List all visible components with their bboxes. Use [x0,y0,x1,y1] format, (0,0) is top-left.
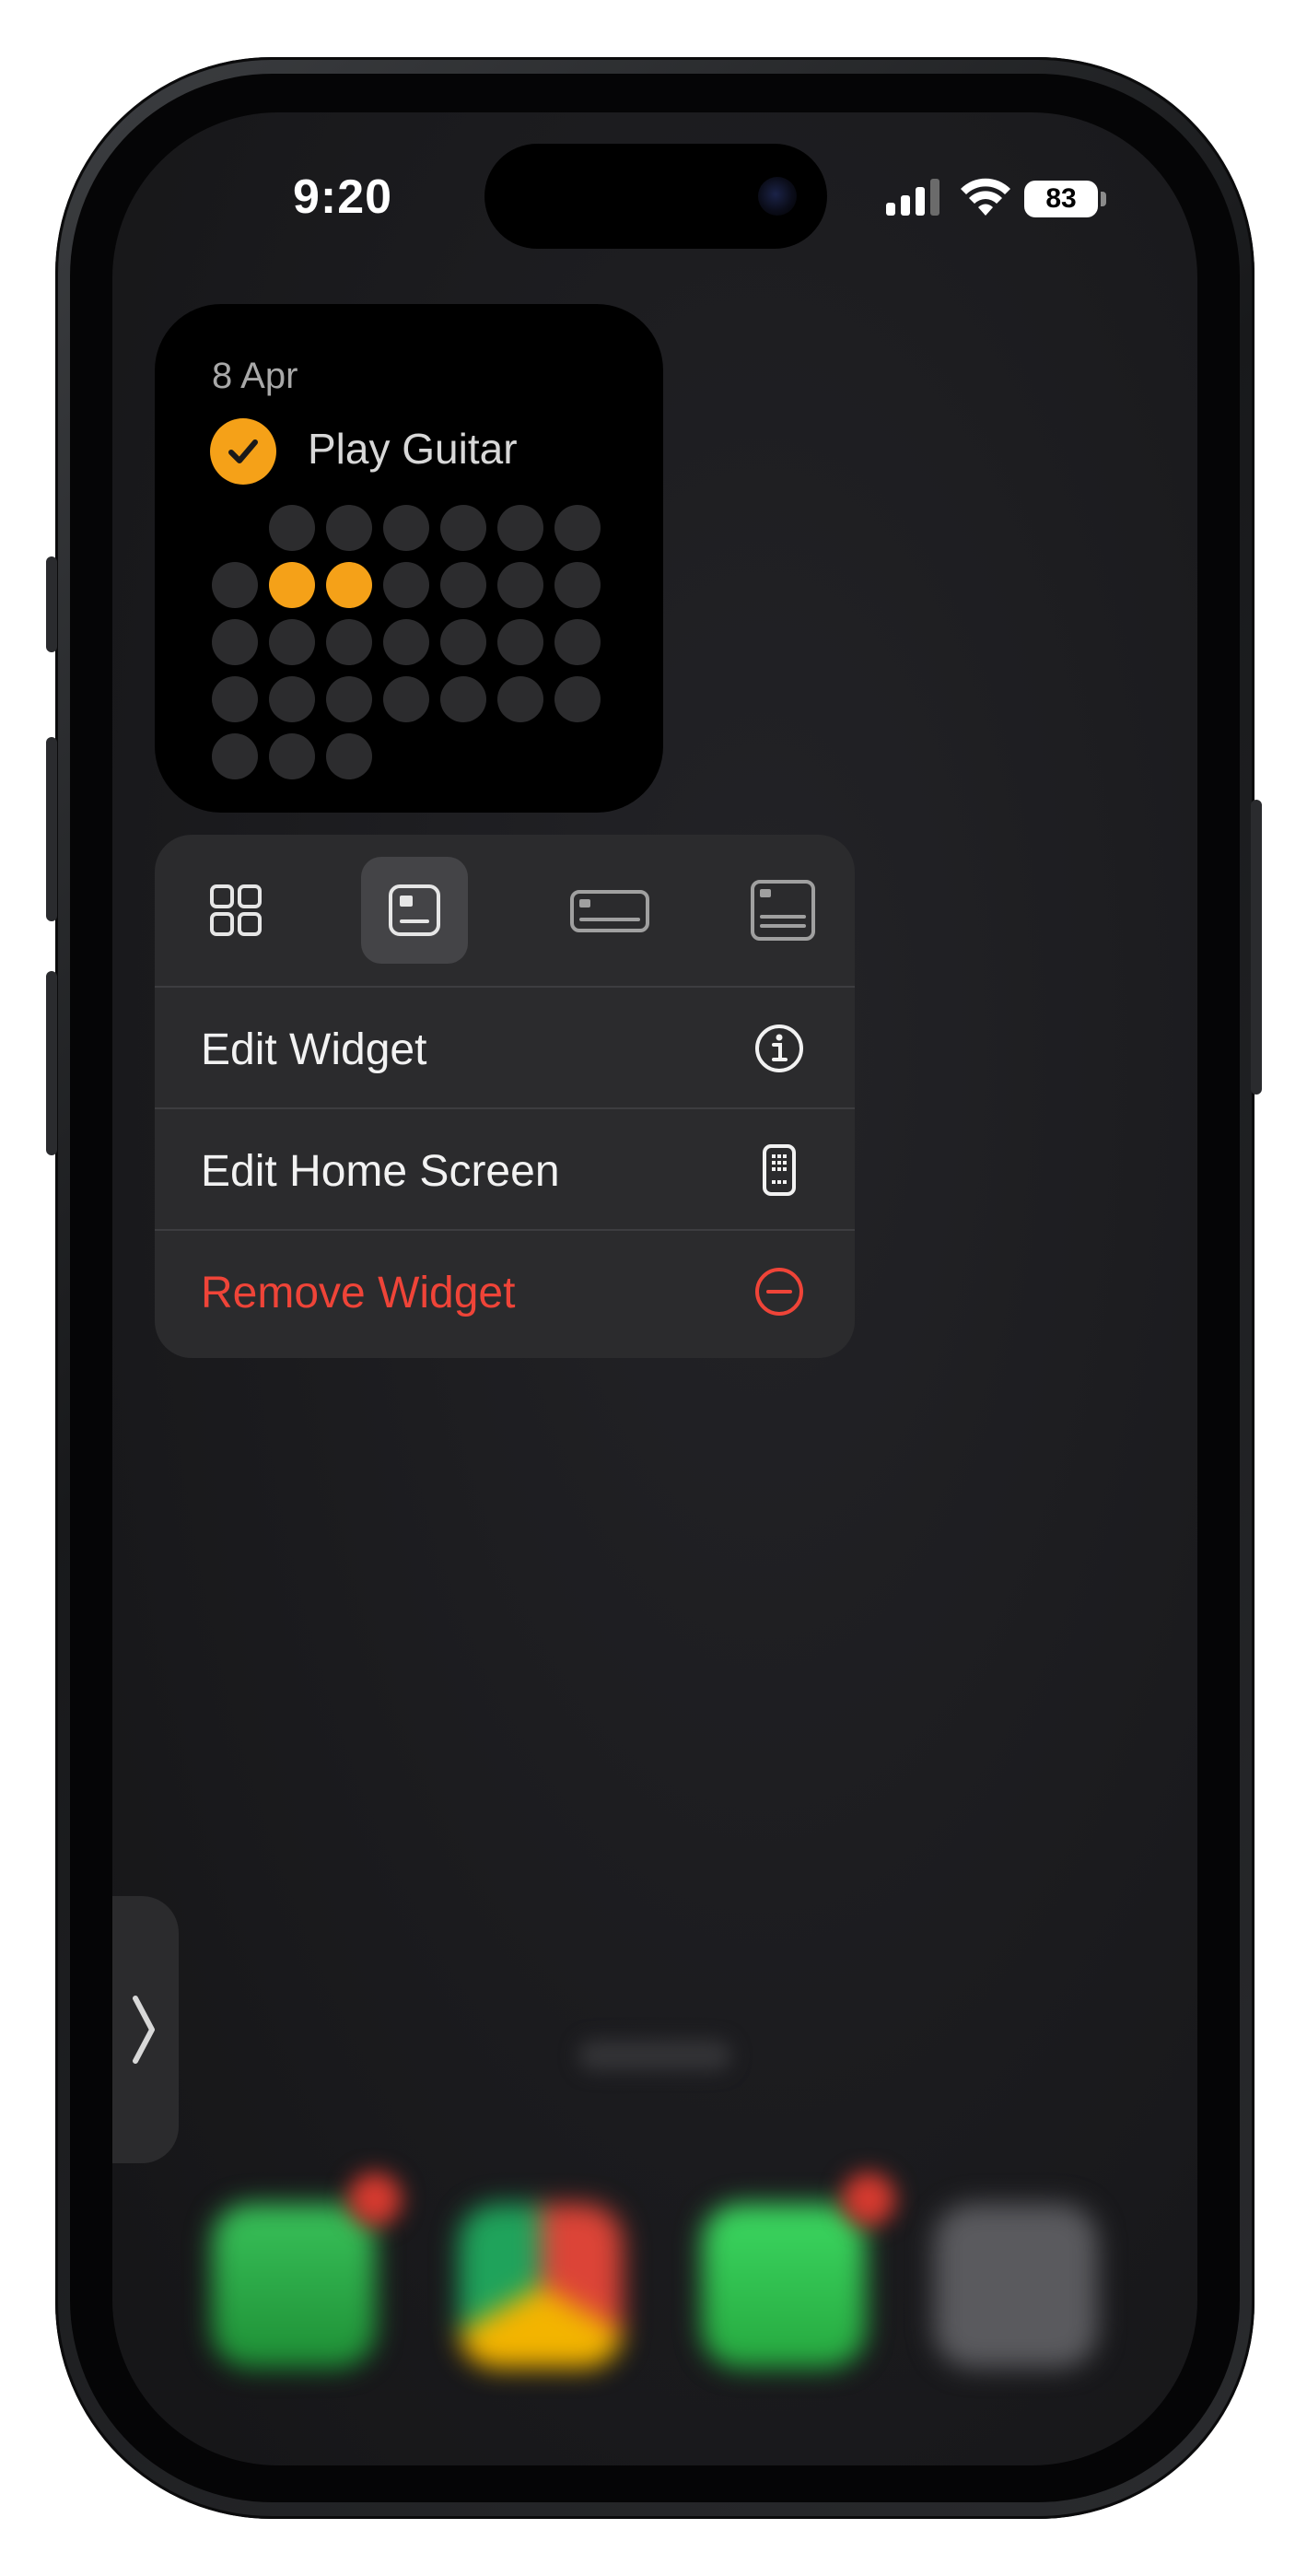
remove-widget-item[interactable]: Remove Widget [155,1229,855,1358]
habit-title: Play Guitar [308,425,518,473]
large-widget-icon [751,880,815,941]
day-dot [440,619,486,665]
edit-widget-label: Edit Widget [201,1025,427,1074]
small-grid-size-button[interactable] [182,857,289,964]
large-widget-size-button[interactable] [729,857,836,964]
checkmark-icon[interactable] [210,418,276,485]
day-dot [554,505,601,551]
small-widget-icon [389,884,440,936]
widget-context-menu: Edit Widget Edit Home Screen Remove Widg… [155,835,855,1358]
page-indicator [578,2040,731,2071]
day-dot [383,505,429,551]
front-camera [758,177,797,216]
day-dot [497,562,543,608]
medium-widget-icon [570,890,649,932]
day-dot [497,619,543,665]
phone-notification-badge [348,2172,402,2226]
camera-app-icon[interactable] [934,2204,1098,2368]
day-dot [269,562,315,608]
widget-date: 8 Apr [212,356,298,396]
day-dot [440,562,486,608]
status-time: 9:20 [292,170,393,224]
home-screen: 9:20 83 8 Apr Play Guitar Edit Widget Ed… [112,112,1197,2465]
day-dot [326,505,372,551]
messages-notification-badge [842,2172,895,2226]
day-dot [440,505,486,551]
day-dot [554,562,601,608]
day-dot [269,619,315,665]
edit-widget-item[interactable]: Edit Widget [155,986,855,1107]
messages-app-icon[interactable] [702,2204,866,2368]
power-button [1251,800,1262,1095]
day-dot [212,562,258,608]
battery-indicator: 83 [1024,181,1098,217]
day-dot [326,562,372,608]
day-dot [497,676,543,722]
minus-circle-icon [753,1266,805,1317]
remove-widget-label: Remove Widget [201,1269,516,1317]
day-dot [269,676,315,722]
side-pull-tab[interactable] [112,1896,179,2163]
day-dot [326,619,372,665]
day-dot [383,562,429,608]
cellular-signal-icon [886,179,943,216]
battery-nub [1101,192,1106,206]
phone-icon [753,1144,805,1196]
status-indicators: 83 [886,171,1162,227]
action-button [46,556,57,652]
day-dot [212,733,258,779]
day-dot [440,676,486,722]
medium-widget-size-button[interactable] [545,857,674,964]
day-dot [326,676,372,722]
day-dot [554,619,601,665]
wifi-icon [961,178,1010,216]
chrome-app-icon[interactable] [459,2204,623,2368]
day-dot [497,505,543,551]
volume-up-button [46,737,57,921]
volume-down-button [46,971,57,1155]
day-dot [269,505,315,551]
day-dot [326,733,372,779]
small-widget-size-button[interactable] [361,857,468,964]
chevron-right-icon [133,1996,155,2064]
edit-home-screen-item[interactable]: Edit Home Screen [155,1107,855,1229]
day-dot [383,619,429,665]
day-dot [212,676,258,722]
dynamic-island [484,144,827,249]
day-dot [212,619,258,665]
day-dot [383,676,429,722]
edit-home-screen-label: Edit Home Screen [201,1147,560,1196]
small-grid-icon [210,884,262,936]
day-dot [269,733,315,779]
day-dot [554,676,601,722]
phone-app-icon[interactable] [212,2204,376,2368]
habit-widget[interactable]: 8 Apr Play Guitar [155,304,663,813]
widget-size-row [155,835,855,986]
info-icon [753,1023,805,1074]
